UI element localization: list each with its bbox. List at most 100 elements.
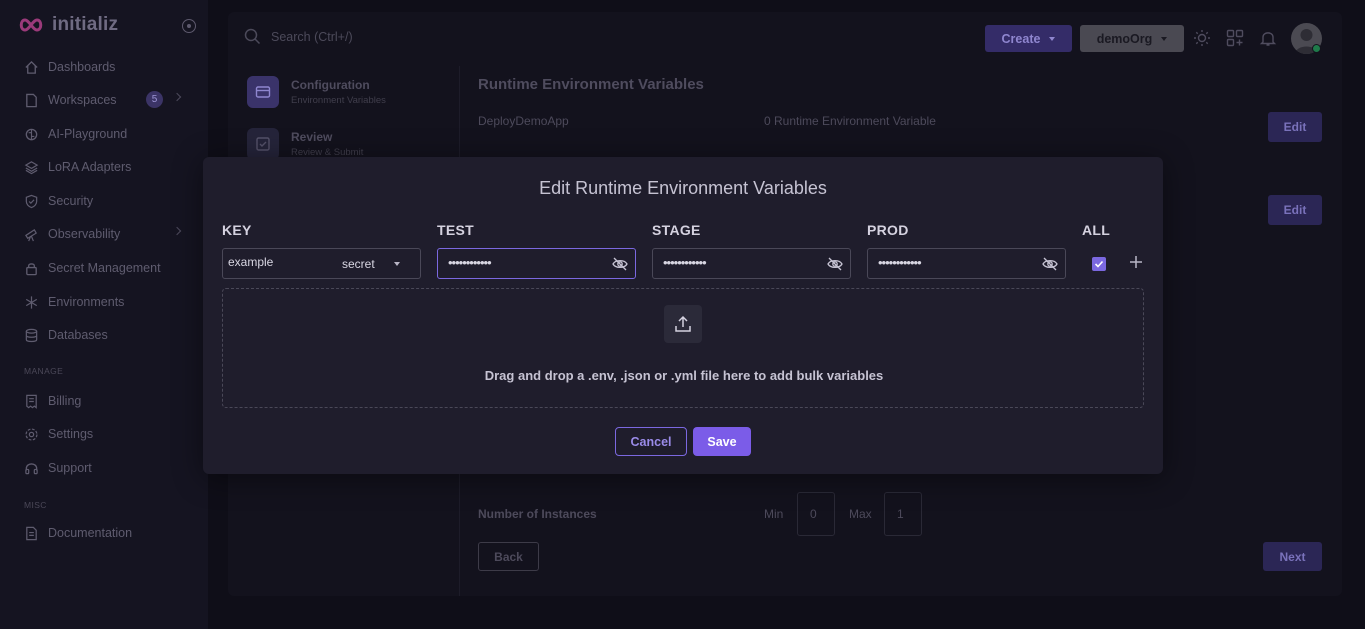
sidebar-item-environments[interactable]: Environments <box>24 291 192 313</box>
database-icon <box>25 328 38 342</box>
prod-value-field[interactable]: •••••••••••• <box>867 248 1066 279</box>
step-title: Review <box>291 130 333 144</box>
modal-title: Edit Runtime Environment Variables <box>539 178 827 198</box>
all-environments-checkbox[interactable] <box>1092 257 1106 271</box>
brand[interactable]: initializ <box>18 14 118 36</box>
step-configuration[interactable]: Configuration Environment Variables <box>247 76 386 108</box>
sidebar-item-billing[interactable]: Billing <box>24 390 192 412</box>
max-label: Max <box>849 507 872 521</box>
ai-brain-icon <box>25 128 38 140</box>
sidebar-item-settings[interactable]: Settings <box>24 423 192 445</box>
variable-count: 0 Runtime Environment Variable <box>764 114 936 128</box>
sidebar-item-label: Databases <box>48 328 108 342</box>
sidebar-item-dashboards[interactable]: Dashboards <box>24 56 192 78</box>
brand-name: initializ <box>52 14 119 35</box>
max-instances-input[interactable]: 1 <box>884 492 922 536</box>
key-input[interactable]: example <box>228 255 273 269</box>
upload-icon <box>675 315 691 332</box>
edit-section-button[interactable]: Edit <box>1268 195 1322 225</box>
sidebar-item-documentation[interactable]: Documentation <box>24 522 192 544</box>
caret-down-icon <box>1161 36 1168 41</box>
gear-icon <box>25 427 38 441</box>
headset-icon <box>25 462 38 474</box>
receipt-icon <box>26 394 37 409</box>
sidebar-item-label: Security <box>48 194 94 208</box>
sidebar: initializ Dashboards Workspaces 5 AI-Pla… <box>0 0 208 629</box>
key-field[interactable]: example secret <box>222 248 421 279</box>
apps-add-icon[interactable] <box>1226 29 1244 47</box>
checklist-icon <box>256 137 270 151</box>
prod-value-input[interactable]: •••••••••••• <box>878 255 922 270</box>
column-header-key: KEY <box>222 222 252 238</box>
cancel-button[interactable]: Cancel <box>615 427 687 456</box>
step-title: Configuration <box>291 78 370 92</box>
column-header-all: ALL <box>1082 222 1111 238</box>
instances-label: Number of Instances <box>478 507 597 521</box>
bell-icon[interactable] <box>1259 29 1277 47</box>
sidebar-item-label: Billing <box>48 394 82 408</box>
next-button[interactable]: Next <box>1263 542 1322 571</box>
app-name: DeployDemoApp <box>478 114 569 128</box>
test-value-input[interactable]: •••••••••••• <box>448 255 492 270</box>
sidebar-item-workspaces[interactable]: Workspaces 5 <box>24 89 192 111</box>
shield-icon <box>25 194 38 208</box>
edit-env-vars-modal: Edit Runtime Environment Variables KEY T… <box>203 157 1163 474</box>
layers-icon <box>24 160 39 174</box>
edit-variables-button[interactable]: Edit <box>1268 112 1322 142</box>
sidebar-collapse-icon[interactable] <box>182 19 196 33</box>
caret-down-icon <box>1049 36 1056 41</box>
sidebar-item-lora-adapters[interactable]: LoRA Adapters <box>24 156 192 178</box>
column-header-prod: PROD <box>867 222 909 238</box>
sidebar-item-label: Support <box>48 461 92 475</box>
file-icon <box>26 93 37 107</box>
org-switcher-button[interactable]: demoOrg <box>1080 25 1184 52</box>
file-dropzone[interactable]: Drag and drop a .env, .json or .yml file… <box>222 288 1144 408</box>
sidebar-item-label: Secret Management <box>48 261 161 275</box>
sidebar-item-label: LoRA Adapters <box>48 160 132 174</box>
sidebar-item-security[interactable]: Security <box>24 190 192 212</box>
sidebar-item-label: Documentation <box>48 526 133 540</box>
eye-off-icon[interactable] <box>612 256 628 272</box>
dashboard-icon <box>25 60 38 74</box>
snowflake-icon <box>25 295 38 309</box>
section-title: Runtime Environment Variables <box>478 76 704 93</box>
dropzone-text: Drag and drop a .env, .json or .yml file… <box>484 368 884 383</box>
column-header-stage: STAGE <box>652 222 701 238</box>
add-row-plus-icon[interactable] <box>1129 255 1143 269</box>
search-bar[interactable]: Search (Ctrl+/) <box>244 28 353 45</box>
sidebar-item-ai-playground[interactable]: AI-Playground <box>24 123 192 145</box>
create-button-label: Create <box>1001 31 1041 46</box>
sidebar-section-misc: MISC <box>24 500 47 510</box>
org-switcher-label: demoOrg <box>1096 31 1153 46</box>
lock-icon <box>26 262 37 275</box>
step-review[interactable]: Review Review & Submit <box>247 128 363 160</box>
sidebar-item-databases[interactable]: Databases <box>24 324 192 346</box>
step-subtitle: Environment Variables <box>291 95 386 106</box>
create-button[interactable]: Create <box>985 25 1072 52</box>
sidebar-item-label: Observability <box>48 227 121 241</box>
key-type-select[interactable]: secret <box>342 257 375 271</box>
save-button[interactable]: Save <box>693 427 751 456</box>
min-instances-input[interactable]: 0 <box>797 492 835 536</box>
sidebar-item-label: Environments <box>48 295 125 309</box>
document-icon <box>26 526 37 540</box>
stage-value-field[interactable]: •••••••••••• <box>652 248 851 279</box>
step-icon-box <box>247 76 279 108</box>
workspaces-count-badge: 5 <box>146 91 163 108</box>
eye-off-icon[interactable] <box>827 256 843 272</box>
search-icon <box>244 28 261 45</box>
caret-down-icon <box>394 262 400 266</box>
infinity-logo-icon <box>19 18 43 32</box>
sidebar-item-secret-management[interactable]: Secret Management <box>24 257 192 279</box>
stage-value-input[interactable]: •••••••••••• <box>663 255 707 270</box>
test-value-field[interactable]: •••••••••••• <box>437 248 636 279</box>
step-icon-box <box>247 128 279 160</box>
sidebar-item-support[interactable]: Support <box>24 457 192 479</box>
back-button[interactable]: Back <box>478 542 539 571</box>
column-header-test: TEST <box>437 222 474 238</box>
upload-icon-box <box>664 305 702 343</box>
sun-icon[interactable] <box>1193 29 1211 47</box>
card-icon <box>255 86 271 98</box>
eye-off-icon[interactable] <box>1042 256 1058 272</box>
sidebar-item-observability[interactable]: Observability <box>24 223 192 245</box>
